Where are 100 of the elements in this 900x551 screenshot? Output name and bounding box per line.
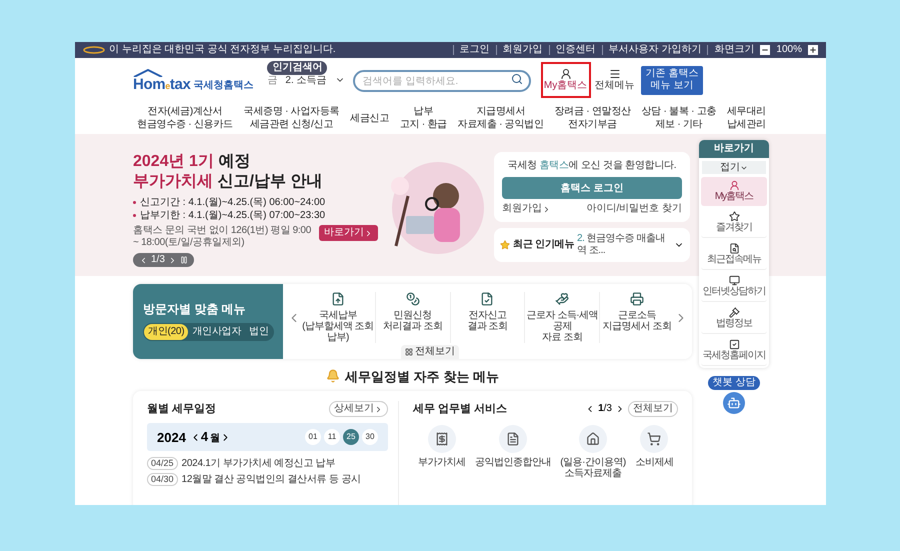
top-link[interactable]: 회원가입 <box>496 45 543 55</box>
search-field[interactable]: 검색어를 입력하세요. <box>352 70 531 92</box>
star-icon <box>500 240 510 250</box>
search-icon[interactable] <box>510 72 523 85</box>
hero-detail: 납부기한 : 4.1.(월)~4.25.(목) 07:00~23:30 <box>140 209 326 222</box>
nav-menu-item[interactable]: 납부 고지 · 환급 <box>400 105 447 131</box>
visitor-menu-item[interactable]: 근로소득 지급명세서 조회 <box>600 292 674 343</box>
section-title: 세무일정별 자주 찾는 메뉴 <box>345 370 499 382</box>
pause-icon[interactable] <box>180 256 188 264</box>
calendar-year: 2024 <box>157 430 186 444</box>
plus-icon <box>809 46 817 54</box>
old-menu-button[interactable]: 기존 홈택스 메뉴 보기 <box>640 66 704 94</box>
nav-menu-item[interactable]: 국세증명 · 사업자등록 세금관련 신청/신고 <box>244 105 340 131</box>
event-title[interactable]: 2024.1기 부가가치세 예정신고 납부 <box>182 458 336 470</box>
top-link[interactable]: 로그인 <box>452 45 490 55</box>
quick-menu-item[interactable]: 국세청홈페이지 <box>701 336 767 366</box>
monitor-icon <box>728 275 740 286</box>
nav-menu-item[interactable]: 세금신고 <box>350 112 390 124</box>
popular-search-badge: 인기검색어 <box>267 60 328 74</box>
schedule-day[interactable]: 30 <box>362 429 378 445</box>
emblem-icon <box>83 46 105 54</box>
service-item[interactable]: 부가가치세 <box>418 425 466 479</box>
grid-icon <box>405 348 413 356</box>
visitor-tab[interactable]: 개인(20) <box>144 324 188 340</box>
printer-icon <box>630 292 644 306</box>
bell-icon <box>326 369 340 383</box>
chevron-right-icon <box>364 228 373 238</box>
chevron-right-icon <box>542 204 551 214</box>
view-all-button[interactable]: 전체보기 <box>401 345 459 359</box>
login-button[interactable]: 홈택스 로그인 <box>502 177 682 199</box>
zoom-out-button[interactable] <box>760 45 770 55</box>
calendar-month: 4 월 <box>200 430 220 444</box>
receipt-icon <box>434 432 448 446</box>
collapse-button[interactable]: 접기 <box>702 161 766 174</box>
quick-menu-title: 바로가기 <box>699 140 769 158</box>
document-icon <box>506 432 520 446</box>
quick-menu-item[interactable]: 법령정보 <box>701 304 767 334</box>
schedule-day[interactable]: 01 <box>305 429 321 445</box>
find-id-link[interactable]: 아이디/비밀번호 찾기 <box>586 204 682 214</box>
schedule-day[interactable]: 11 <box>324 429 340 445</box>
hero-detail: 신고기간 : 4.1.(월)~4.25.(목) 06:00~24:00 <box>140 196 326 209</box>
quick-menu-item[interactable]: 즐겨찾기 <box>701 208 767 238</box>
popular-menu-item[interactable]: 2. 현금영수증 매출내역 조... <box>577 233 671 257</box>
chatbot-button[interactable]: 챗봇 상담 <box>708 376 760 390</box>
quick-menu-item[interactable]: 최근접속메뉴 <box>701 240 767 270</box>
all-menu-button[interactable]: 전체메뉴 <box>594 68 635 92</box>
service-item[interactable]: 공익법인종합안내 <box>474 425 551 479</box>
services-pager: 1/3 <box>598 404 612 414</box>
hand-heart-icon <box>555 292 570 306</box>
star-icon <box>728 211 740 222</box>
visitor-menu-item[interactable]: 민원신청 처리결과 조회 <box>376 292 451 343</box>
popular-search-term[interactable]: 금 <box>267 72 278 88</box>
signup-link[interactable]: 회원가입 <box>502 204 551 214</box>
zoom-in-button[interactable] <box>808 45 818 55</box>
house-icon <box>586 432 600 446</box>
event-date: 04/25 <box>147 457 178 470</box>
schedule-title: 월별 세무일정 <box>147 404 216 414</box>
nav-menu-item[interactable]: 전자(세금)계산서 현금영수증 · 신용카드 <box>137 105 233 131</box>
chevron-right-icon <box>374 404 383 414</box>
go-button[interactable]: 바로가기 <box>319 225 378 241</box>
user-icon <box>560 68 572 80</box>
hometax-logo[interactable]: Hometax 국세청홈택스 <box>133 68 254 92</box>
hero-title: 2024년 1기 예정 <box>133 152 252 172</box>
service-item[interactable]: (일용·간이용역) 소득자료제출 <box>560 425 626 479</box>
services-view-all-button[interactable]: 전체보기 <box>628 401 678 417</box>
nav-menu-item[interactable]: 상담 · 불복 · 고충 제보 · 기타 <box>641 105 716 131</box>
visitor-menu-item[interactable]: 전자신고 결과 조회 <box>450 292 526 343</box>
services-title: 세무 업무별 서비스 <box>413 404 508 414</box>
hero-title: 부가가치세 신고/납부 안내 <box>133 172 324 192</box>
quick-menu-item[interactable]: 인터넷상담하기 <box>701 272 767 302</box>
hero-note: 홈택스 문의 국번 없이 126(1번) 평일 9:00 ~ 18:00(토/일/공휴일제외) <box>133 225 312 249</box>
nav-menu-item[interactable]: 세무대리 납세관리 <box>726 105 766 131</box>
my-hometax-button[interactable]: My홈택스 <box>540 62 591 98</box>
quick-menu-item[interactable]: My홈택스 <box>701 177 767 206</box>
visitor-tab[interactable]: 법인 <box>245 324 273 340</box>
cart-icon <box>647 432 662 446</box>
user-icon <box>728 180 740 191</box>
popular-search-term[interactable]: 2. 소득금 <box>285 72 327 88</box>
top-link[interactable]: 인증센터 <box>548 45 596 55</box>
nav-menu-item[interactable]: 지급명세서 자료제출 · 공익법인 <box>458 105 544 131</box>
previous-icon[interactable] <box>139 256 148 264</box>
banner-pager[interactable]: 1/3 <box>133 253 194 267</box>
document-check-icon <box>480 292 494 306</box>
visitor-tab[interactable]: 개인사업자 <box>188 324 246 340</box>
event-title[interactable]: 12월말 결산 공익법인의 결산서류 등 공시 <box>182 474 361 486</box>
gavel-icon <box>728 307 740 318</box>
nav-menu-item[interactable]: 장려금 · 연말정산 전자기부금 <box>554 105 631 131</box>
top-link[interactable]: 부서사용자 가입하기 <box>602 45 702 55</box>
visitor-menu-item[interactable]: 근로자 소득·세액공제 자료 조회 <box>525 292 600 343</box>
document-search-icon <box>728 243 740 254</box>
notice-text: 이 누리집은 대한민국 공식 전자정부 누리집입니다. <box>109 45 336 55</box>
service-item[interactable]: 소비제세 <box>635 425 674 479</box>
checkbox-icon <box>728 339 740 350</box>
visitor-menu-item[interactable]: 국세납부 (납부할세액 조회납부) <box>301 292 376 343</box>
detail-button[interactable]: 상세보기 <box>329 401 388 417</box>
event-date: 04/30 <box>147 473 178 486</box>
chatbot-mascot-icon[interactable] <box>723 392 745 414</box>
document-upload-icon <box>330 292 345 306</box>
popular-menu-label: 최근 인기메뉴 <box>513 240 574 250</box>
schedule-day[interactable]: 25 <box>343 429 359 445</box>
